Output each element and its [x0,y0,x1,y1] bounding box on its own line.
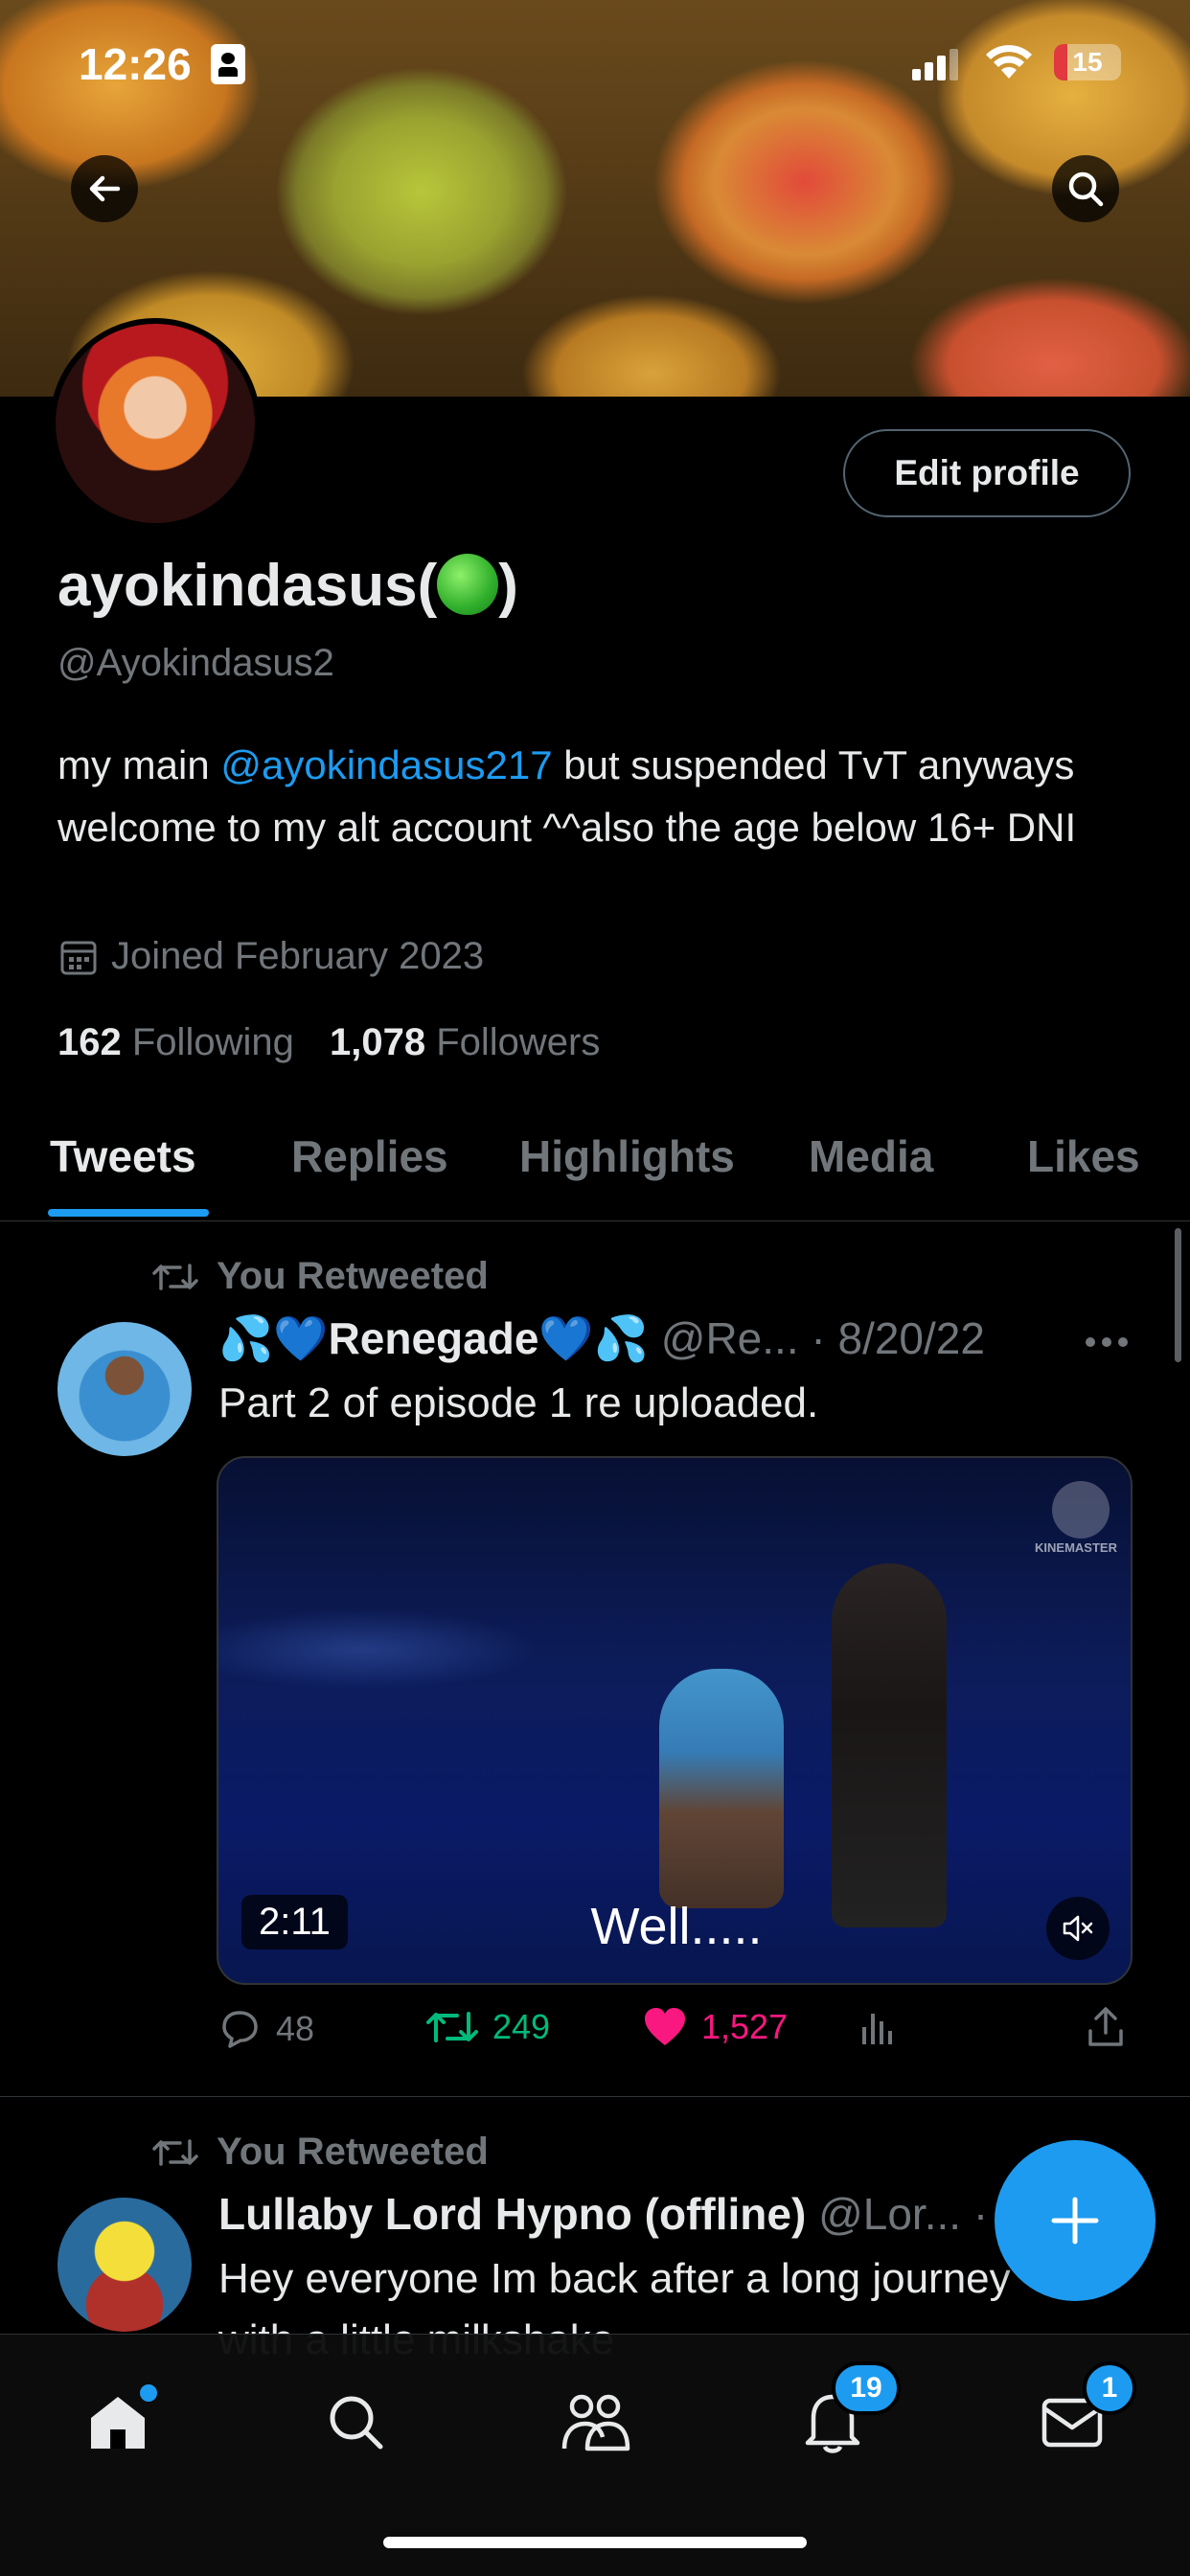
reply-count: 48 [276,2009,315,2048]
tweet-author-name-2[interactable]: Lullaby Lord Hypno (offline) [218,2189,806,2239]
tweet-author-handle: @Re... [660,1313,799,1363]
retweet-label: You Retweeted [217,2131,489,2173]
nav-home[interactable] [75,2379,161,2465]
retweet-icon [152,2138,198,2166]
profile-handle: @Ayokindasus2 [57,642,334,684]
notifications-badge: 19 [832,2361,901,2415]
followers-label: Followers [436,1021,601,1063]
display-name-end: ) [498,553,518,619]
search-icon [330,2396,383,2450]
retweet-indicator-2: You Retweeted [151,2131,489,2174]
profile-tabs: Tweets Replies Highlights Media Likes [0,1113,1190,1221]
profile-avatar[interactable] [50,318,261,529]
nav-notifications[interactable]: 19 [790,2361,901,2465]
search-icon [1068,171,1104,207]
followers-link[interactable]: 1,078 Followers [330,1021,600,1063]
nav-communities[interactable] [552,2379,638,2465]
retweet-label: You Retweeted [217,1255,489,1297]
green-circle-emoji [437,554,499,615]
share-button[interactable] [1085,2006,1127,2048]
reply-icon [222,2011,258,2048]
tweet-divider [0,2096,1190,2097]
analytics-icon [862,2014,892,2044]
tab-replies[interactable]: Replies [291,1130,448,1182]
tweet-header-2: Lullaby Lord Hypno (offline) @Lor... · 6 [218,2188,1025,2240]
tab-tweets[interactable]: Tweets [50,1130,196,1182]
kinemaster-logo-icon [1052,1481,1110,1539]
nav-messages[interactable]: 1 [1029,2361,1136,2465]
home-new-dot [140,2384,157,2402]
display-name-text: ayokindasus( [57,553,438,619]
video-caption: Well..... [590,1898,763,1955]
tweet-video[interactable]: KINEMASTER 2:11 Well..... [217,1456,1133,1985]
heart-icon [645,2008,685,2045]
author-emoji-suffix: 💙💦 [538,1313,649,1363]
mute-button[interactable] [1046,1897,1110,1960]
tab-media[interactable]: Media [809,1130,933,1182]
display-name: ayokindasus() [57,552,518,620]
wifi-icon [986,45,1032,79]
followers-count: 1,078 [329,1021,426,1063]
like-count: 1,527 [701,2007,789,2046]
following-link[interactable]: 162 Following [57,1021,294,1063]
following-label: Following [131,1021,294,1063]
like-button[interactable]: 1,527 [642,2006,788,2048]
retweet-indicator: You Retweeted [151,1255,489,1298]
edit-profile-button[interactable]: Edit profile [843,429,1131,517]
retweet-button[interactable]: 249 [425,2006,550,2048]
video-character-left [659,1669,784,1908]
search-button[interactable] [1052,155,1119,222]
tweet-author-name[interactable]: Renegade [329,1313,539,1363]
retweet-icon [152,1263,198,1290]
cellular-signal-icon [912,49,958,80]
more-options-icon[interactable] [1085,1335,1129,1349]
tweet-author-avatar-2[interactable] [57,2198,192,2332]
tweet-text-2: Hey everyone Im back after a long journe… [218,2255,1011,2302]
status-time: 12:26 [79,39,192,89]
video-character-right [832,1563,947,1927]
communities-icon [561,2394,630,2451]
id-card-icon [211,44,245,84]
bio-mention-link[interactable]: @ayokindasus217 [220,742,552,787]
nav-search[interactable] [312,2379,399,2465]
retweet-action-icon [426,2012,478,2042]
tab-likes[interactable]: Likes [1027,1130,1140,1182]
share-icon [1088,2007,1123,2046]
compose-tweet-button[interactable] [995,2140,1156,2301]
arrow-left-icon [89,175,121,202]
tweet-author-avatar[interactable] [57,1322,192,1456]
battery-icon: 15 [1054,44,1121,80]
messages-badge: 1 [1083,2361,1136,2415]
tweet-author-handle-2: @Lor... · 6 [818,2189,1025,2239]
muted-speaker-icon [1063,1915,1093,1942]
plus-icon [1051,2197,1099,2245]
tweet-text: Part 2 of episode 1 re uploaded. [218,1379,819,1426]
active-tab-indicator [48,1209,209,1217]
calendar-icon [60,941,97,974]
analytics-button[interactable] [857,2006,899,2048]
retweet-count: 249 [492,2007,551,2046]
back-button[interactable] [71,155,138,222]
home-indicator[interactable] [383,2537,807,2548]
tweet-actions: 48 249 1,527 [217,2006,1136,2063]
video-watermark: KINEMASTER [1035,1540,1117,1555]
joined-date: Joined February 2023 [57,935,484,978]
reply-button[interactable]: 48 [217,2006,314,2052]
profile-bio: my main @ayokindasus217 but suspended Tv… [57,734,1140,858]
tweet-date: · 8/20/22 [811,1313,985,1363]
joined-text: Joined February 2023 [111,935,485,977]
follow-stats: 162 Following 1,078 Followers [57,1021,600,1064]
tab-highlights[interactable]: Highlights [519,1130,735,1182]
author-emoji-prefix: 💦💙 [218,1313,329,1363]
following-count: 162 [57,1021,122,1063]
scrollbar[interactable] [1175,1228,1181,1362]
bio-text-start: my main [57,742,221,787]
tweet-header: 💦💙Renegade💙💦 @Re... · 8/20/22 [218,1312,985,1365]
battery-level: 15 [1072,47,1103,77]
